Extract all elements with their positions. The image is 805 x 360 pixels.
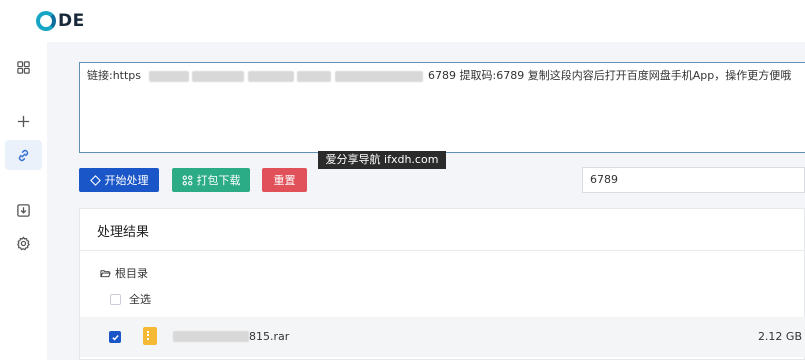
watermark: 爱分享导航 ifxdh.com [318, 151, 446, 169]
link-prefix: 链接:https [87, 69, 142, 82]
top-header: DE [0, 0, 805, 42]
select-all-checkbox[interactable] [110, 293, 121, 305]
check-icon [111, 334, 119, 341]
start-processing-label: 开始处理 [104, 174, 149, 187]
root-directory-label: 根目录 [115, 267, 148, 280]
root-directory[interactable]: 根目录 [100, 265, 148, 281]
plus-icon [17, 115, 30, 127]
link-suffix: 6789 提取码:6789 复制这段内容后打开百度网盘手机App，操作更方便哦 [428, 69, 792, 82]
file-row[interactable]: 815.rar 2.12 GB [80, 317, 805, 357]
pack-download-label: 打包下载 [196, 174, 241, 187]
share-link-input[interactable]: 链接:https 6789 提取码:6789 复制这段内容后打开百度网盘手机Ap… [79, 62, 805, 153]
results-divider [80, 250, 805, 251]
logo-ring-icon [36, 11, 56, 31]
start-processing-button[interactable]: 开始处理 [79, 168, 159, 192]
sidebar-item-settings[interactable] [5, 228, 42, 258]
redacted-block [192, 70, 245, 82]
file-name: 815.rar [173, 330, 289, 343]
results-title: 处理结果 [97, 225, 150, 240]
redacted-block [334, 70, 423, 82]
results-panel: 处理结果 根目录 全选 815.rar 2.12 GB [79, 208, 805, 360]
select-all-label: 全选 [129, 293, 151, 306]
file-name-suffix: 815.rar [249, 330, 290, 343]
sidebar-item-download[interactable] [5, 195, 42, 225]
process-icon [89, 174, 101, 186]
folder-open-icon [100, 269, 111, 277]
select-all-row[interactable]: 全选 [110, 291, 151, 307]
archive-file-icon [143, 327, 157, 345]
redacted-block [297, 70, 332, 82]
redacted-block [173, 331, 249, 342]
sidebar [0, 42, 47, 360]
reset-button[interactable]: 重置 [262, 168, 307, 192]
extract-code-input[interactable]: 6789 [582, 167, 805, 193]
sidebar-item-dashboard[interactable] [5, 52, 42, 82]
sidebar-item-add[interactable] [5, 106, 42, 136]
file-size: 2.12 GB [757, 330, 802, 343]
app-logo[interactable]: DE [36, 9, 86, 33]
file-checkbox[interactable] [109, 331, 121, 343]
pack-icon [182, 175, 192, 185]
download-icon [17, 203, 30, 217]
grid-icon [17, 60, 30, 74]
reset-label: 重置 [273, 174, 296, 187]
link-icon [18, 149, 29, 161]
redacted-block [247, 70, 294, 82]
gear-icon [17, 235, 30, 250]
redacted-block [148, 70, 189, 82]
logo-text: DE [58, 11, 85, 31]
sidebar-item-link[interactable] [5, 140, 42, 170]
pack-download-button[interactable]: 打包下载 [172, 168, 250, 192]
